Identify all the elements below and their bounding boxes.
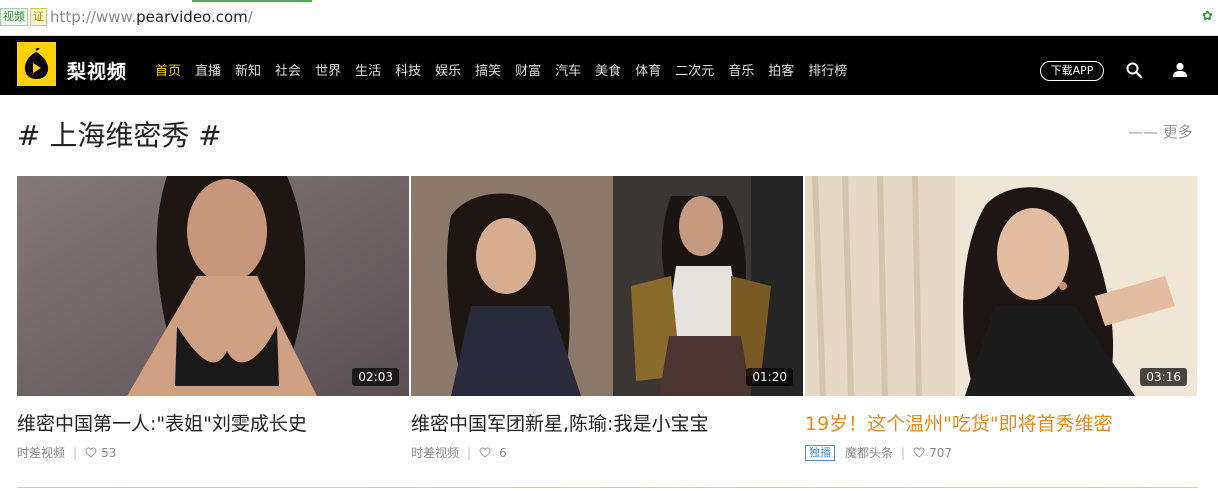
user-icon[interactable] [1172,62,1188,78]
nav-item-world[interactable]: 世界 [315,60,341,79]
nav-item-finance[interactable]: 财富 [515,60,541,79]
extension-icon[interactable]: ✿ [1202,10,1216,24]
nav-item-paike[interactable]: 拍客 [768,60,794,79]
video-meta: 时差视频 | 53 [17,444,409,461]
nav-item-society[interactable]: 社会 [275,60,301,79]
nav-item-entertainment[interactable]: 娱乐 [435,60,461,79]
duration-badge: 02:03 [352,368,399,386]
nav-item-tech[interactable]: 科技 [395,60,421,79]
address-bar: 视频 证 http://www.pearvideo.com/ ✿ [0,0,1218,36]
meta-divider: | [73,445,78,460]
video-card[interactable]: 03:16 19岁！这个温州"吃货"即将首秀维密 独播 魔都头条 | 707 [805,176,1197,461]
video-source[interactable]: 魔都头条 [845,444,893,461]
section-title: # 上海维密秀 # [17,119,222,152]
video-title[interactable]: 维密中国第一人:"表姐"刘雯成长史 [17,409,409,436]
nav-menu: 首页 直播 新知 社会 世界 生活 科技 娱乐 搞笑 财富 汽车 美食 体育 二… [155,60,861,79]
url-domain: pearvideo.com [136,8,248,26]
download-app-button[interactable]: 下载APP [1040,61,1104,81]
thumbnail-image [411,176,803,396]
video-badge[interactable]: 视频 [0,8,28,26]
nav-item-sports[interactable]: 体育 [635,60,661,79]
pear-logo-icon [24,48,49,79]
nav-item-life[interactable]: 生活 [355,60,381,79]
cert-badge[interactable]: 证 [30,8,47,26]
video-thumbnail[interactable]: 01:20 [411,176,803,396]
url-suffix: / [247,8,253,26]
video-thumbnail[interactable]: 02:03 [17,176,409,396]
duration-badge: 03:16 [1140,368,1187,386]
nav-item-ranking[interactable]: 排行榜 [808,60,847,79]
thumbnail-image [805,176,1197,396]
nav-item-food[interactable]: 美食 [595,60,621,79]
page-load-progress [192,0,312,2]
duration-badge: 01:20 [746,368,793,386]
like-count: 53 [101,445,117,460]
logo[interactable] [17,42,56,86]
video-card[interactable]: 02:03 维密中国第一人:"表姐"刘雯成长史 时差视频 | 53 [17,176,409,461]
video-title[interactable]: 19岁！这个温州"吃货"即将首秀维密 [805,409,1197,436]
nav-item-funny[interactable]: 搞笑 [475,60,501,79]
logo-text[interactable]: 梨视频 [67,57,127,84]
like-count: 6 [499,445,507,460]
nav-item-acg[interactable]: 二次元 [675,60,714,79]
video-source[interactable]: 时差视频 [17,444,65,461]
video-thumbnail[interactable]: 03:16 [805,176,1197,396]
heart-icon[interactable] [479,447,491,458]
top-nav: 梨视频 首页 直播 新知 社会 世界 生活 科技 娱乐 搞笑 财富 汽车 美食 … [0,36,1218,95]
video-source[interactable]: 时差视频 [411,444,459,461]
nav-item-home[interactable]: 首页 [155,60,181,79]
video-title[interactable]: 维密中国军团新星,陈瑜:我是小宝宝 [411,409,803,436]
heart-icon[interactable] [913,447,925,458]
nav-item-auto[interactable]: 汽车 [555,60,581,79]
nav-item-knowledge[interactable]: 新知 [235,60,261,79]
search-icon[interactable] [1126,62,1142,78]
nav-item-music[interactable]: 音乐 [728,60,754,79]
url-field[interactable]: http://www.pearvideo.com/ [50,8,253,26]
video-meta: 时差视频 | 6 [411,444,803,461]
video-meta: 独播 魔都头条 | 707 [805,444,1197,461]
url-prefix: http://www. [50,8,137,26]
video-card[interactable]: 01:20 维密中国军团新星,陈瑜:我是小宝宝 时差视频 | 6 [411,176,803,461]
nav-item-live[interactable]: 直播 [195,60,221,79]
like-count: 707 [929,445,952,460]
section-divider [17,487,1198,488]
site-badges[interactable]: 视频 证 [0,8,47,26]
more-link[interactable]: —— 更多 [1128,121,1193,142]
heart-icon[interactable] [85,447,97,458]
meta-divider: | [901,445,906,460]
thumbnail-image [17,176,409,396]
meta-divider: | [467,445,472,460]
exclusive-tag: 独播 [805,444,835,461]
